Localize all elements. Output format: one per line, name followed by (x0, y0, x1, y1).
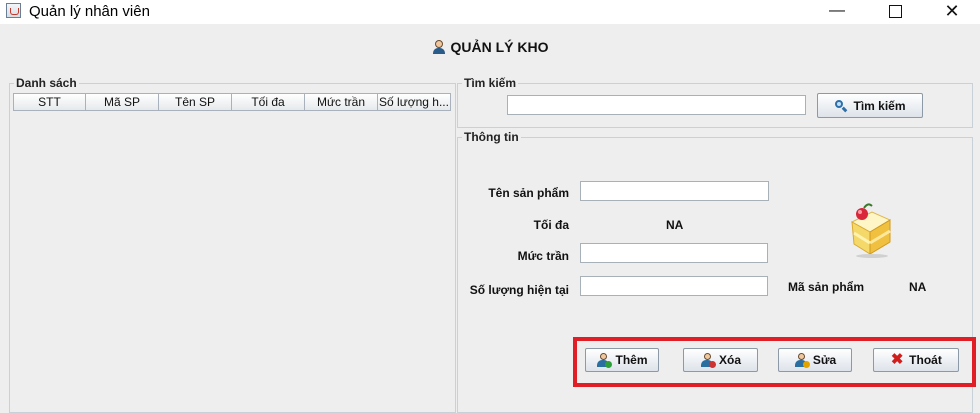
max-value: NA (666, 218, 684, 232)
minimize-icon: — (829, 2, 845, 19)
product-name-label: Tên sản phẩm (488, 186, 569, 200)
column-header-max[interactable]: Tối đa (232, 93, 305, 111)
page-title: QUẢN LÝ KHO (450, 39, 549, 55)
list-panel-legend: Danh sách (14, 76, 79, 90)
java-app-icon (6, 3, 21, 18)
action-buttons-highlight (573, 337, 976, 387)
current-qty-label: Số lượng hiện tại (469, 283, 569, 297)
person-icon (432, 40, 446, 54)
close-button[interactable]: ✕ (929, 0, 975, 24)
minimize-button[interactable]: — (814, 0, 860, 24)
current-qty-field[interactable] (580, 276, 768, 296)
window-title-bar: Quản lý nhân viên — ✕ (0, 0, 980, 24)
cake-icon (850, 203, 892, 258)
column-header-stt[interactable]: STT (13, 93, 86, 111)
product-table-body[interactable] (13, 111, 451, 408)
column-header-name[interactable]: Tên SP (159, 93, 232, 111)
close-icon: ✕ (944, 1, 960, 21)
maximize-icon (888, 5, 902, 18)
ceiling-label: Mức trần (517, 249, 569, 263)
product-code-label: Mã sản phẩm (788, 280, 865, 294)
column-header-ceiling[interactable]: Mức trần (305, 93, 378, 111)
max-label: Tối đa (533, 218, 569, 232)
search-input[interactable] (507, 95, 806, 115)
window-title: Quản lý nhân viên (29, 3, 150, 20)
ceiling-field[interactable] (580, 243, 768, 263)
product-table-header: STT Mã SP Tên SP Tối đa Mức trần Số lượn… (13, 93, 451, 111)
search-panel-legend: Tìm kiếm (462, 76, 519, 90)
search-icon (834, 99, 848, 113)
product-code-value: NA (909, 280, 927, 294)
column-header-code[interactable]: Mã SP (86, 93, 159, 111)
product-name-field[interactable] (580, 181, 769, 201)
page-header: QUẢN LÝ KHO (0, 34, 980, 64)
info-panel-legend: Thông tin (462, 130, 521, 144)
search-button[interactable]: Tìm kiếm (817, 93, 923, 118)
search-button-label: Tìm kiếm (853, 98, 906, 113)
column-header-current-qty[interactable]: Số lượng h... (378, 93, 451, 111)
maximize-button[interactable] (872, 0, 918, 24)
